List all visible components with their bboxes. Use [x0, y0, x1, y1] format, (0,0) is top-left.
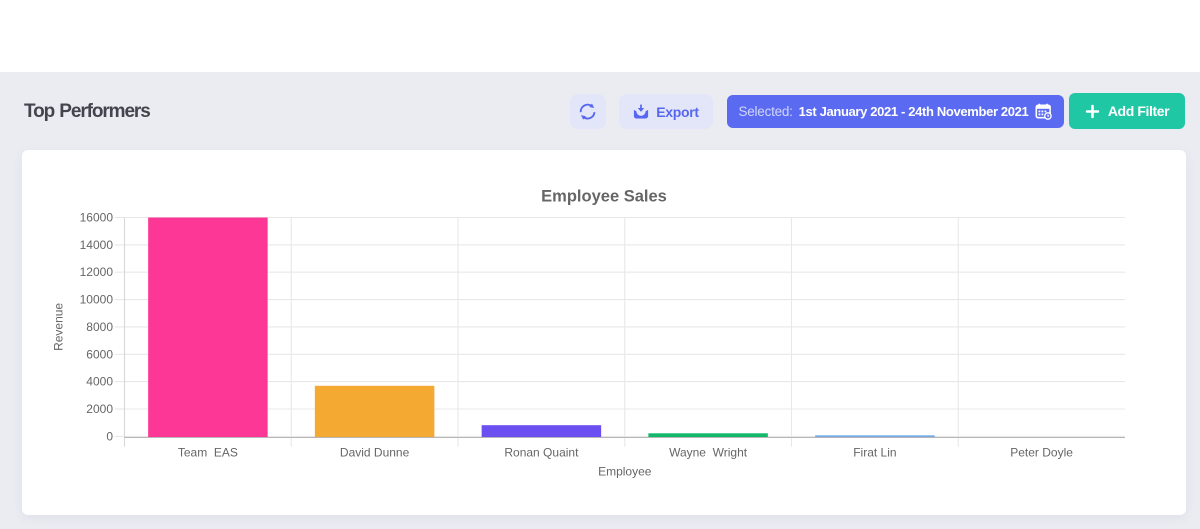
svg-text:Employee Sales: Employee Sales [541, 188, 667, 206]
svg-text:6000: 6000 [86, 347, 113, 361]
svg-text:Firat Lin: Firat Lin [853, 446, 896, 460]
svg-text:Employee: Employee [598, 465, 652, 479]
svg-text:Wayne Wright: Wayne Wright [669, 446, 748, 460]
svg-text:2000: 2000 [86, 402, 113, 416]
svg-text:10000: 10000 [80, 293, 114, 307]
svg-text:4000: 4000 [86, 375, 113, 389]
svg-text:Ronan Quaint: Ronan Quaint [504, 446, 579, 460]
svg-text:12000: 12000 [80, 265, 114, 279]
svg-text:0: 0 [106, 429, 113, 443]
svg-text:David Dunne: David Dunne [340, 446, 410, 460]
svg-text:Revenue: Revenue [52, 303, 66, 351]
svg-text:Team EAS: Team EAS [178, 446, 238, 460]
svg-text:Peter Doyle: Peter Doyle [1010, 446, 1073, 460]
svg-text:14000: 14000 [80, 238, 114, 252]
svg-text:16000: 16000 [80, 211, 114, 225]
svg-text:8000: 8000 [86, 320, 113, 334]
